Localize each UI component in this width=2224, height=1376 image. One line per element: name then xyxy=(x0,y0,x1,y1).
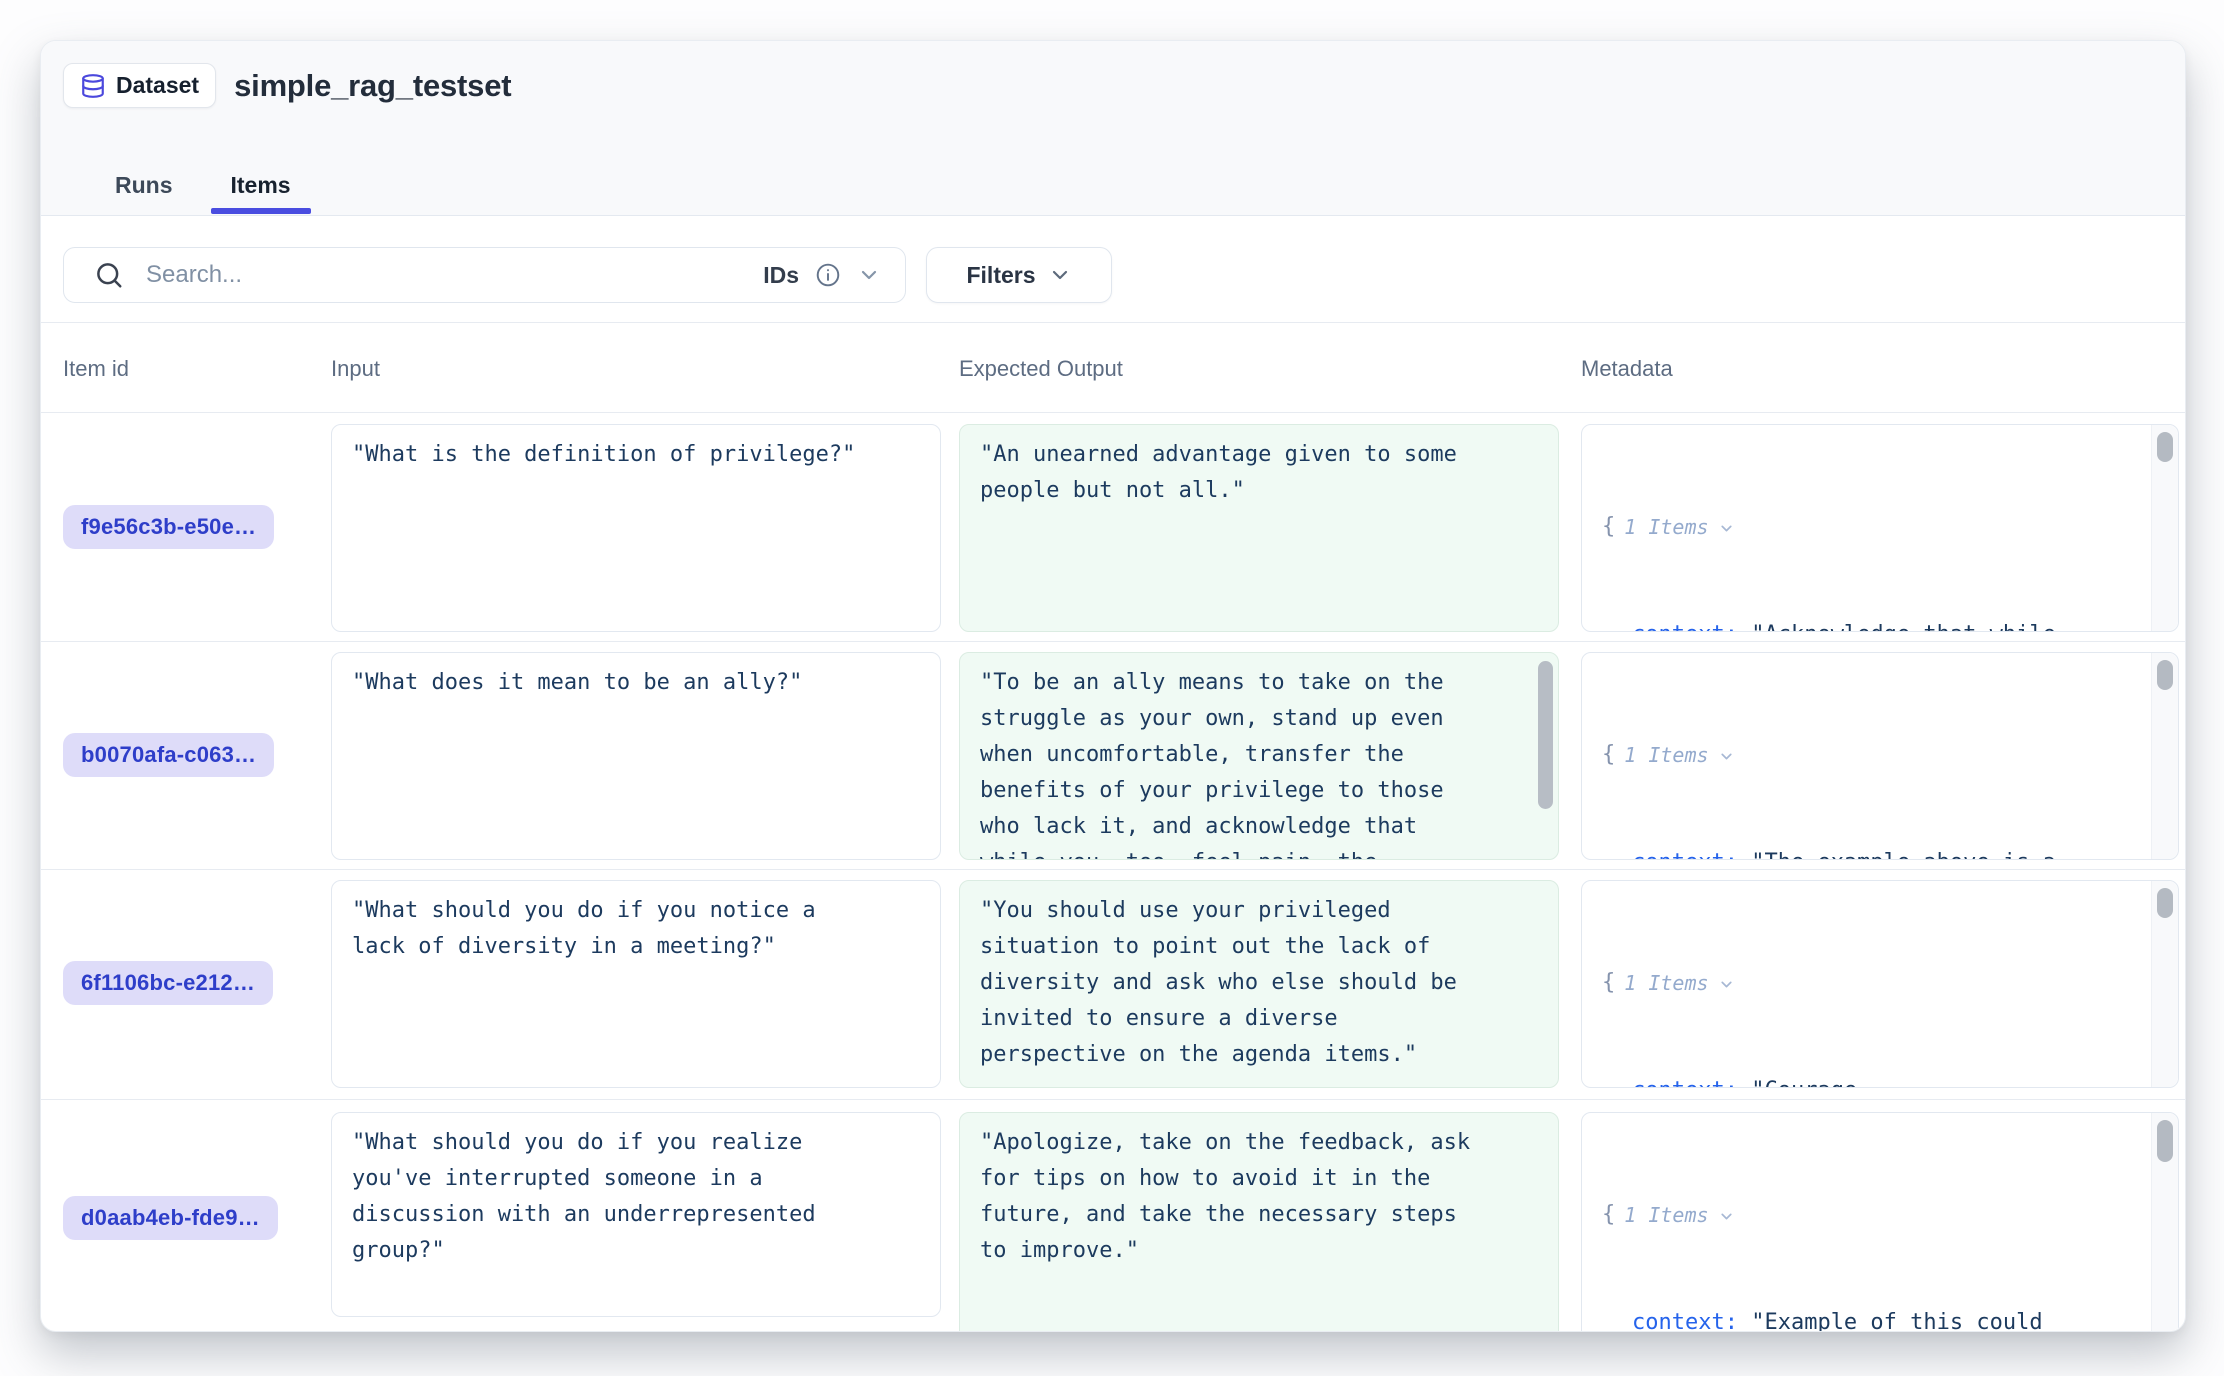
dataset-badge[interactable]: Dataset xyxy=(63,63,216,108)
expected-output-text: "To be an ally means to take on the stru… xyxy=(980,670,1444,860)
scrollbar-thumb[interactable] xyxy=(2157,660,2173,690)
metadata-cell[interactable]: { 1 Items context: "The example above is… xyxy=(1581,652,2179,860)
item-id-badge[interactable]: f9e56c3b-e50e… xyxy=(63,505,274,549)
table-body: f9e56c3b-e50e… "What is the definition o… xyxy=(41,414,2185,1331)
metadata-content: context: "Example of this could be: You … xyxy=(1602,1305,2138,1331)
chevron-down-icon xyxy=(1048,263,1072,287)
json-brace: { xyxy=(1602,509,1615,545)
expected-output-cell[interactable]: "To be an ally means to take on the stru… xyxy=(959,652,1559,860)
metadata-collapse-row[interactable]: { 1 Items xyxy=(1602,737,2138,773)
scrollbar-track[interactable] xyxy=(2151,653,2178,859)
table-row: d0aab4eb-fde9… "What should you do if yo… xyxy=(41,1100,2185,1331)
context-key: context: xyxy=(1632,850,1738,860)
expected-output-cell[interactable]: "You should use your privileged situatio… xyxy=(959,880,1559,1088)
chevron-down-icon[interactable] xyxy=(1718,748,1735,765)
column-header-expected-output: Expected Output xyxy=(959,324,1123,413)
chevron-down-icon[interactable] xyxy=(1718,976,1735,993)
tab-runs[interactable]: Runs xyxy=(115,172,173,215)
metadata-cell[interactable]: { 1 Items context: "Acknowledge that whi… xyxy=(1581,424,2179,632)
scrollbar-track[interactable] xyxy=(2151,425,2178,631)
metadata-content: context: "The example above is a good ex… xyxy=(1602,845,2138,860)
search-field-selector[interactable]: IDs xyxy=(763,262,881,289)
column-header-input: Input xyxy=(331,324,380,413)
header: Dataset simple_rag_testset Runs Items xyxy=(41,41,2185,216)
chevron-down-icon[interactable] xyxy=(1718,1208,1735,1225)
items-count-label: 1 Items xyxy=(1624,737,1708,773)
metadata-content: context: "Courage Comfortable getting un… xyxy=(1602,1073,2138,1088)
filters-button[interactable]: Filters xyxy=(926,247,1112,303)
json-brace: { xyxy=(1602,1197,1615,1233)
tab-items[interactable]: Items xyxy=(231,172,291,215)
table-row: 6f1106bc-e212… "What should you do if yo… xyxy=(41,870,2185,1100)
metadata-cell[interactable]: { 1 Items context: "Example of this coul… xyxy=(1581,1112,2179,1331)
metadata-content: context: "Acknowledge that while you, to… xyxy=(1602,617,2138,632)
database-icon xyxy=(80,73,106,99)
context-key: context: xyxy=(1632,1310,1738,1331)
input-cell[interactable]: "What should you do if you realize you'v… xyxy=(331,1112,941,1317)
json-brace: { xyxy=(1602,737,1615,773)
context-key: context: xyxy=(1632,622,1738,632)
chevron-down-icon[interactable] xyxy=(1718,520,1735,537)
scrollbar-thumb[interactable] xyxy=(1538,661,1553,809)
expected-output-cell[interactable]: "An unearned advantage given to some peo… xyxy=(959,424,1559,632)
item-id-badge[interactable]: 6f1106bc-e212… xyxy=(63,961,273,1005)
item-id-badge[interactable]: b0070afa-c063… xyxy=(63,733,274,777)
json-brace: { xyxy=(1602,965,1615,1001)
dataset-card: Dataset simple_rag_testset Runs Items ID… xyxy=(40,40,2186,1332)
item-id-badge[interactable]: d0aab4eb-fde9… xyxy=(63,1196,278,1240)
context-key: context: xyxy=(1632,1078,1738,1088)
metadata-collapse-row[interactable]: { 1 Items xyxy=(1602,1197,2138,1233)
scrollbar-thumb[interactable] xyxy=(2157,888,2173,918)
metadata-cell[interactable]: { 1 Items context: "Courage Comfortable … xyxy=(1581,880,2179,1088)
search-icon xyxy=(94,260,124,290)
chevron-down-icon xyxy=(857,263,881,287)
tab-bar: Runs Items xyxy=(115,172,291,215)
scrollbar-track[interactable] xyxy=(2151,1113,2178,1331)
input-cell[interactable]: "What should you do if you notice a lack… xyxy=(331,880,941,1088)
scrollbar-track[interactable] xyxy=(2151,881,2178,1087)
page: Dataset simple_rag_testset Runs Items ID… xyxy=(0,0,2224,1376)
search-box[interactable]: IDs xyxy=(63,247,906,303)
search-input[interactable] xyxy=(146,261,763,289)
column-header-metadata: Metadata xyxy=(1581,324,1673,413)
metadata-collapse-row[interactable]: { 1 Items xyxy=(1602,965,2138,1001)
table-row: f9e56c3b-e50e… "What is the definition o… xyxy=(41,414,2185,642)
items-count-label: 1 Items xyxy=(1624,509,1708,545)
dataset-badge-label: Dataset xyxy=(116,72,199,99)
header-title-row: Dataset simple_rag_testset xyxy=(63,63,511,108)
expected-output-cell[interactable]: "Apologize, take on the feedback, ask fo… xyxy=(959,1112,1559,1331)
input-cell[interactable]: "What is the definition of privilege?" xyxy=(331,424,941,632)
items-count-label: 1 Items xyxy=(1624,965,1708,1001)
scrollbar-thumb[interactable] xyxy=(2157,432,2173,462)
ids-label: IDs xyxy=(763,262,799,289)
scrollbar-thumb[interactable] xyxy=(2157,1120,2173,1162)
column-header-item-id: Item id xyxy=(63,324,129,413)
metadata-collapse-row[interactable]: { 1 Items xyxy=(1602,509,2138,545)
toolbar: IDs Filters xyxy=(41,217,2185,323)
filters-label: Filters xyxy=(966,262,1035,289)
items-count-label: 1 Items xyxy=(1624,1197,1708,1233)
table-row: b0070afa-c063… "What does it mean to be … xyxy=(41,642,2185,870)
input-cell[interactable]: "What does it mean to be an ally?" xyxy=(331,652,941,860)
page-title: simple_rag_testset xyxy=(234,68,511,104)
info-icon[interactable] xyxy=(815,262,841,288)
table-header: Item id Input Expected Output Metadata xyxy=(41,324,2185,413)
